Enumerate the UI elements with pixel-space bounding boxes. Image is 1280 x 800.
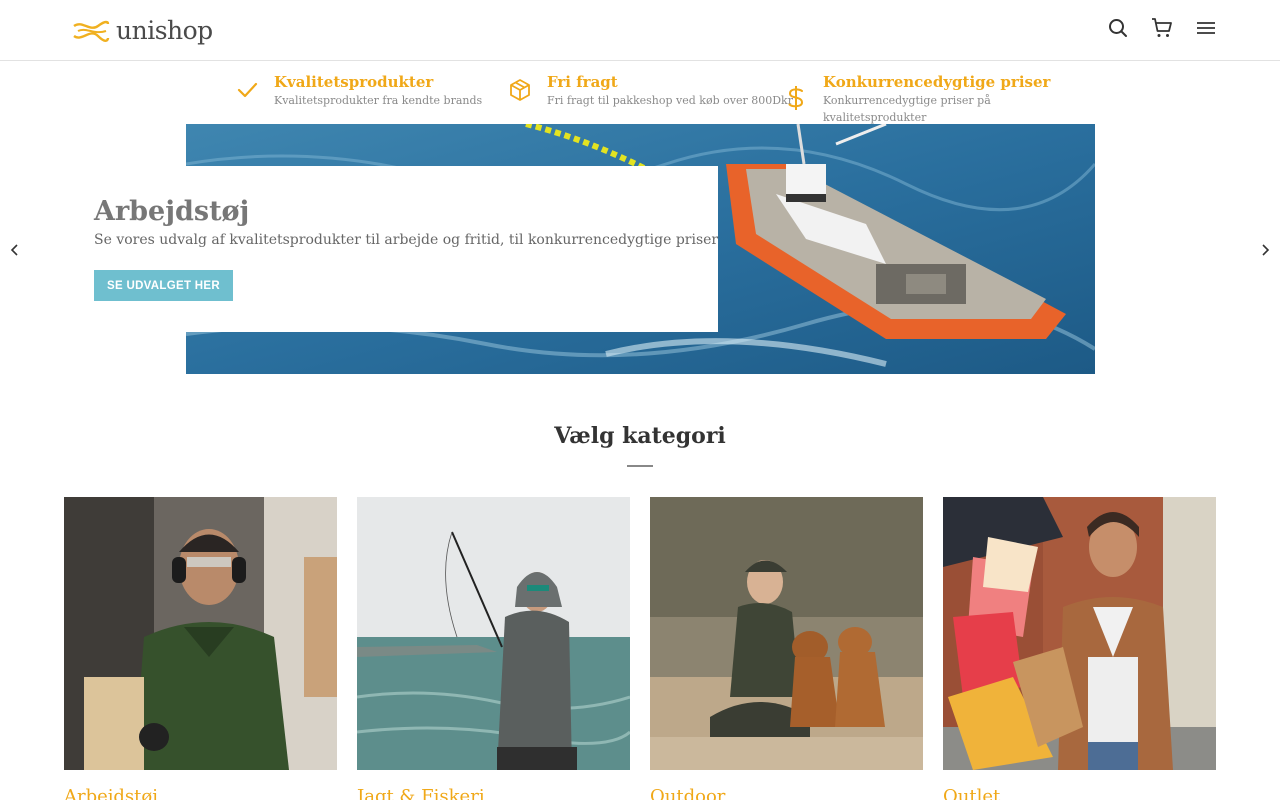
usp-shipping: Fri fragt Fri fragt til pakkeshop ved kø…	[507, 73, 793, 109]
category-image[interactable]	[64, 497, 337, 770]
usp-subtitle-line: Konkurrencedygtige priser på	[823, 94, 991, 107]
category-card-outdoor[interactable]: Outdoor	[650, 497, 923, 800]
category-card-outlet[interactable]: Outlet	[943, 497, 1216, 800]
category-image[interactable]	[943, 497, 1216, 770]
category-image[interactable]	[650, 497, 923, 770]
dollar-icon	[783, 85, 809, 111]
logo[interactable]: unishop	[72, 16, 213, 45]
category-label[interactable]: Arbejdstøj	[64, 786, 337, 800]
box-icon	[507, 77, 533, 103]
search-icon[interactable]	[1106, 16, 1130, 40]
carousel-next-arrow-icon[interactable]	[1255, 240, 1275, 260]
category-card-jagt-fiskeri[interactable]: Jagt & Fiskeri	[357, 497, 630, 800]
section-divider	[627, 465, 653, 467]
usp-subtitle-line: kvalitetsprodukter	[823, 111, 927, 124]
usp-title: Fri fragt	[547, 73, 618, 91]
menu-icon[interactable]	[1194, 16, 1218, 40]
usp-subtitle: Konkurrencedygtige priser på kvalitetspr…	[823, 92, 1050, 126]
category-label[interactable]: Outdoor	[650, 786, 923, 800]
hero-card	[64, 166, 718, 332]
logo-mark-icon	[73, 20, 110, 42]
usp-subtitle: Kvalitetsprodukter fra kendte brands	[274, 94, 483, 107]
category-image[interactable]	[357, 497, 630, 770]
cart-icon[interactable]	[1150, 16, 1174, 40]
hero-title: Arbejdstøj	[94, 196, 250, 227]
carousel-prev-arrow-icon[interactable]	[5, 240, 25, 260]
category-card-arbejdstoj[interactable]: Arbejdstøj	[64, 497, 337, 800]
section-title: Vælg kategori	[554, 423, 726, 449]
usp-title: Kvalitetsprodukter	[274, 73, 434, 91]
hero-text: Se vores udvalg af kvalitetsprodukter ti…	[94, 232, 719, 248]
usp-quality: Kvalitetsprodukter Kvalitetsprodukter fr…	[234, 73, 482, 109]
usp-title: Konkurrencedygtige priser	[823, 73, 1051, 91]
logo-text: unishop	[116, 16, 213, 45]
category-label[interactable]: Jagt & Fiskeri	[357, 786, 630, 800]
category-label[interactable]: Outlet	[943, 786, 1216, 800]
usp-prices: Konkurrencedygtige priser Konkurrencedyg…	[783, 73, 1050, 126]
see-selection-button[interactable]: SE UDVALGET HER	[94, 270, 233, 301]
usp-subtitle: Fri fragt til pakkeshop ved køb over 800…	[547, 94, 793, 107]
check-icon	[234, 77, 260, 103]
site-header: unishop	[0, 0, 1280, 61]
usp-bar: Kvalitetsprodukter Kvalitetsprodukter fr…	[0, 61, 1280, 124]
